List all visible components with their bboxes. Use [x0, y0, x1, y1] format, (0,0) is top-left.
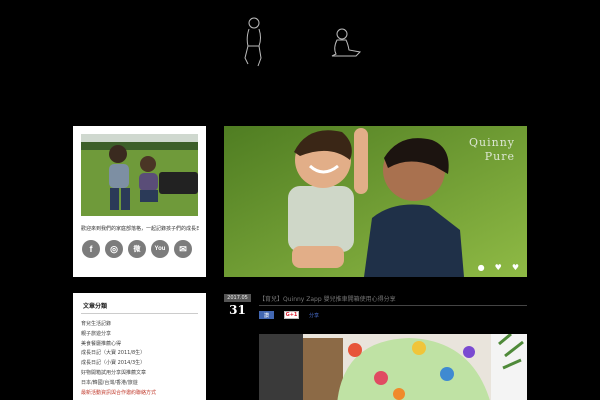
share-row: 讚 G+1 分享 [259, 311, 319, 319]
slide-dot-icon[interactable]: ♥ [495, 264, 502, 272]
weibo-icon[interactable]: 微 [128, 240, 146, 258]
post-date-day: 31 [229, 303, 246, 317]
categories-list: 育兒生活記錄 親子旅遊分享 美食餐廳推薦心得 成長日記（大寶 2011/8生） … [81, 320, 199, 398]
banner-caption: Quinny Pure [469, 136, 515, 164]
slide-dot-icon[interactable]: ● [478, 264, 485, 272]
site-logo[interactable] [236, 14, 366, 70]
categories-divider [81, 313, 198, 314]
category-item[interactable]: 日本/韓國/台灣/香港/旅遊 [81, 379, 199, 389]
profile-intro: 歡迎來到我們的家庭部落格，一起記錄孩子們的成長日常 [81, 226, 199, 232]
category-item-active[interactable]: 最新活動資訊與合作邀約聯絡方式 [81, 389, 199, 399]
post-title[interactable]: 【育兒】Quinny Zapp 嬰兒推車開箱使用心得分享 [259, 295, 527, 304]
category-item[interactable]: 成長日記（小寶 2014/3生） [81, 359, 199, 369]
profile-photo[interactable] [81, 134, 198, 216]
slide-dots: ● ♥ ♥ [478, 264, 519, 272]
category-item[interactable]: 成長日記（大寶 2011/8生） [81, 349, 199, 359]
facebook-icon[interactable]: f [82, 240, 100, 258]
share-link[interactable]: 分享 [309, 312, 319, 319]
social-links: f ◎ 微 You ✉ [82, 240, 192, 258]
categories-title: 文章分類 [83, 303, 108, 310]
post-date: 2017.05 31 [224, 294, 251, 318]
category-item[interactable]: 親子旅遊分享 [81, 330, 199, 340]
banner-slideshow[interactable]: Quinny Pure ● ♥ ♥ [224, 126, 527, 277]
post-photo[interactable] [259, 334, 527, 400]
post-title-divider [259, 305, 527, 306]
post-date-month: 2017.05 [224, 294, 251, 302]
category-item[interactable]: 美食餐廳推薦心得 [81, 340, 199, 350]
google-plus-button[interactable]: G+1 [284, 311, 299, 319]
category-item[interactable]: 育兒生活記錄 [81, 320, 199, 330]
boy-silhouette-icon [244, 17, 262, 67]
banner-caption-line1: Quinny [468, 136, 515, 149]
instagram-icon[interactable]: ◎ [105, 240, 123, 258]
categories-card: 文章分類 育兒生活記錄 親子旅遊分享 美食餐廳推薦心得 成長日記（大寶 2011… [73, 293, 206, 400]
girl-silhouette-icon [331, 28, 362, 57]
slide-dot-icon[interactable]: ♥ [512, 264, 519, 272]
banner-caption-line2: Pure [484, 150, 515, 163]
profile-card: 歡迎來到我們的家庭部落格，一起記錄孩子們的成長日常 f ◎ 微 You ✉ [73, 126, 206, 277]
email-icon[interactable]: ✉ [174, 240, 192, 258]
youtube-icon[interactable]: You [151, 240, 169, 258]
facebook-like-button[interactable]: 讚 [259, 311, 274, 319]
category-item[interactable]: 好物開箱試用分享與推薦文章 [81, 369, 199, 379]
